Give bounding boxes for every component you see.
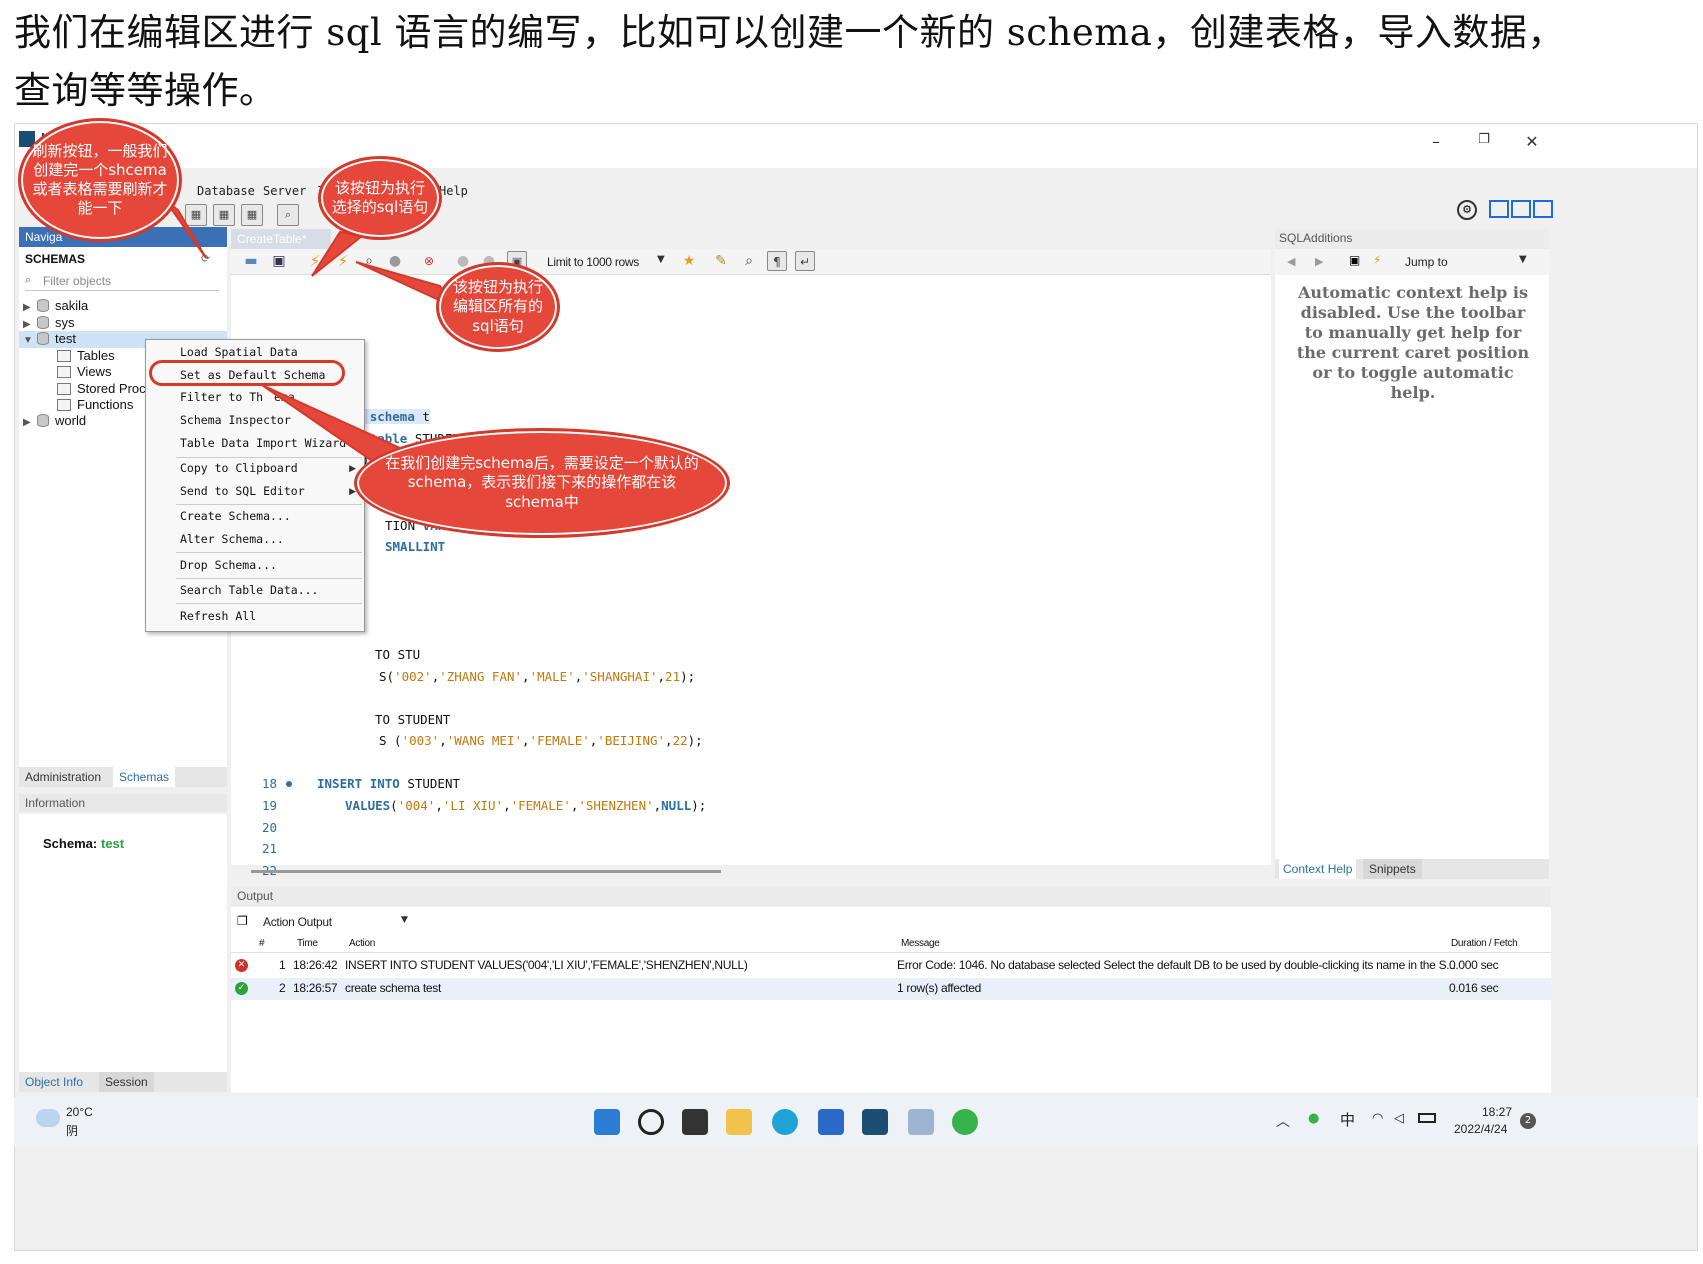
file-explorer-icon[interactable] bbox=[726, 1109, 752, 1135]
weather-temp[interactable]: 20°C bbox=[66, 1105, 93, 1119]
callout-refresh: 刷新按钮，一般我们创建完一个shcema或者表格需要刷新才能一下 bbox=[18, 118, 182, 242]
clock-time[interactable]: 18:27 bbox=[1482, 1105, 1512, 1119]
windows-taskbar: 20°C 阴 ︿ ● 中 ◠ ◁ 18:27 2022/4/24 2 bbox=[14, 1097, 1698, 1147]
search-icon[interactable] bbox=[638, 1109, 664, 1135]
mysql-workbench-taskbar-icon[interactable] bbox=[862, 1109, 888, 1135]
callout-execute-all: 该按钮为执行编辑区所有的sql语句 bbox=[436, 262, 560, 352]
tray-chevron-up-icon[interactable]: ︿ bbox=[1276, 1111, 1290, 1131]
callout-default-schema: 在我们创建完schema后，需要设定一个默认的schema，表示我们接下来的操作… bbox=[354, 428, 730, 538]
volume-icon[interactable]: ◁ bbox=[1394, 1111, 1404, 1126]
callout-pointers bbox=[164, 199, 455, 482]
wechat-icon[interactable] bbox=[952, 1109, 978, 1135]
weather-cloud-icon[interactable] bbox=[36, 1109, 60, 1127]
task-view-icon[interactable] bbox=[682, 1109, 708, 1135]
mail-app-icon[interactable] bbox=[818, 1109, 844, 1135]
execute-selected-pointer bbox=[311, 230, 365, 277]
notification-badge[interactable]: 2 bbox=[1520, 1113, 1536, 1129]
wifi-icon[interactable]: ◠ bbox=[1372, 1111, 1383, 1126]
notepad-icon[interactable] bbox=[908, 1109, 934, 1135]
windows-start-icon[interactable] bbox=[594, 1109, 620, 1135]
clock-date[interactable]: 2022/4/24 bbox=[1454, 1122, 1507, 1136]
tray-wechat-icon[interactable]: ● bbox=[1308, 1111, 1319, 1126]
ime-indicator[interactable]: 中 bbox=[1340, 1109, 1355, 1130]
callout-execute-selected: 该按钮为执行选择的sql语句 bbox=[318, 156, 442, 240]
weather-desc: 阴 bbox=[66, 1124, 79, 1138]
battery-icon[interactable] bbox=[1418, 1113, 1436, 1123]
edge-browser-icon[interactable] bbox=[772, 1109, 798, 1135]
